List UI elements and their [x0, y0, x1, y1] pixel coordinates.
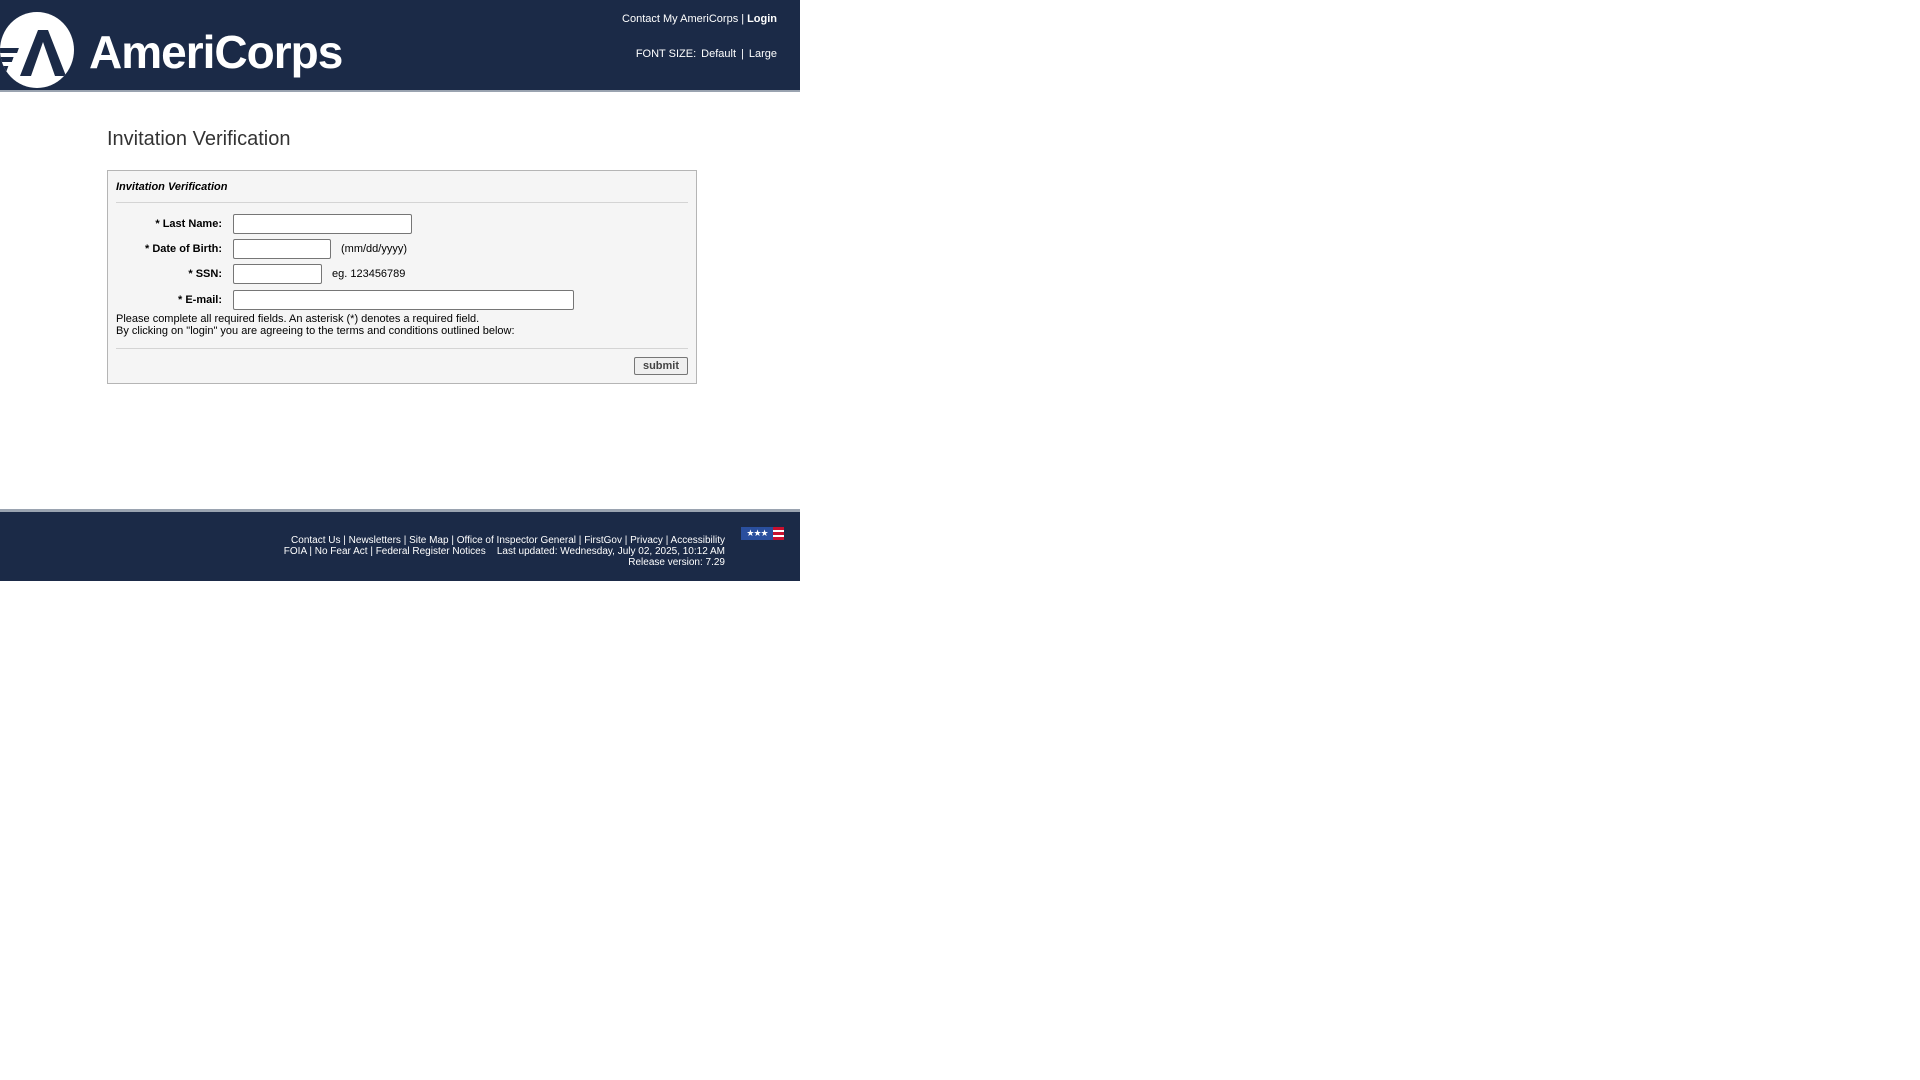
- flag-stripe: [773, 537, 784, 540]
- ssn-label: * SSN:: [188, 268, 222, 280]
- divider: [116, 202, 688, 203]
- footer-link-site-map[interactable]: Site Map: [409, 535, 448, 546]
- last-name-input[interactable]: [233, 214, 412, 234]
- footer-link-firstgov[interactable]: FirstGov: [584, 535, 622, 546]
- font-size-controls: FONT SIZE: Default | Large: [636, 48, 777, 60]
- date-of-birth-label: * Date of Birth:: [145, 243, 222, 255]
- last-updated: Last updated: Wednesday, July 02, 2025, …: [496, 546, 725, 557]
- email-label: * E-mail:: [177, 294, 222, 306]
- flag-stars: ★★★: [741, 527, 773, 540]
- footer-link-inspector-general[interactable]: Office of Inspector General: [457, 535, 576, 546]
- americorps-logo-icon[interactable]: [0, 12, 74, 88]
- email-input[interactable]: [233, 290, 574, 310]
- footer-link-contact-us[interactable]: Contact Us: [291, 535, 340, 546]
- date-of-birth-input[interactable]: [233, 239, 331, 259]
- footer-link-no-fear-act[interactable]: No Fear Act: [315, 546, 368, 557]
- page-title: Invitation Verification: [107, 128, 291, 150]
- submit-button[interactable]: submit: [634, 357, 688, 375]
- ssn-example-hint: eg. 123456789: [332, 268, 406, 280]
- separator: |: [741, 13, 745, 25]
- americorps-wordmark[interactable]: AmeriCorps: [89, 20, 343, 84]
- form-panel-title: Invitation Verification: [116, 181, 228, 193]
- flag-stripe: [773, 527, 784, 530]
- date-format-hint: (mm/dd/yyyy): [341, 243, 407, 255]
- contact-my-americorps-link[interactable]: Contact My AmeriCorps: [622, 13, 738, 25]
- footer-link-accessibility[interactable]: Accessibility: [671, 535, 725, 546]
- footer-row-1: Contact Us | Newsletters | Site Map | Of…: [291, 535, 725, 546]
- site-footer: Contact Us | Newsletters | Site Map | Of…: [0, 509, 800, 581]
- footer-link-privacy[interactable]: Privacy: [630, 535, 663, 546]
- font-size-large-link[interactable]: Large: [749, 48, 777, 60]
- terms-note: By clicking on "login" you are agreeing …: [116, 325, 515, 337]
- separator: |: [741, 48, 744, 60]
- font-size-label: FONT SIZE:: [635, 48, 697, 60]
- login-link[interactable]: Login: [747, 13, 777, 25]
- footer-link-newsletters[interactable]: Newsletters: [349, 535, 401, 546]
- font-size-default-link[interactable]: Default: [701, 48, 736, 60]
- required-fields-note: Please complete all required fields. An …: [116, 313, 480, 325]
- invitation-verification-form: Invitation Verification * Last Name: * D…: [107, 170, 697, 384]
- footer-link-foia[interactable]: FOIA: [284, 546, 307, 557]
- release-version: Release version: 7.29: [628, 557, 725, 568]
- us-flag-icon[interactable]: ★★★: [741, 527, 784, 540]
- site-header: AmeriCorps Contact My AmeriCorps | Login F…: [0, 0, 800, 92]
- flag-stripe: [773, 532, 784, 535]
- footer-links: Contact Us | Newsletters | Site Map | Of…: [284, 535, 725, 568]
- footer-link-federal-register[interactable]: Federal Register Notices: [376, 546, 486, 557]
- form-notes: Please complete all required fields. An …: [116, 313, 515, 337]
- last-name-label: * Last Name:: [155, 218, 222, 230]
- divider: [116, 348, 688, 349]
- footer-row-2: FOIA | No Fear Act | Federal Register No…: [283, 546, 725, 557]
- top-links: Contact My AmeriCorps | Login: [622, 13, 777, 25]
- ssn-input[interactable]: [233, 264, 322, 284]
